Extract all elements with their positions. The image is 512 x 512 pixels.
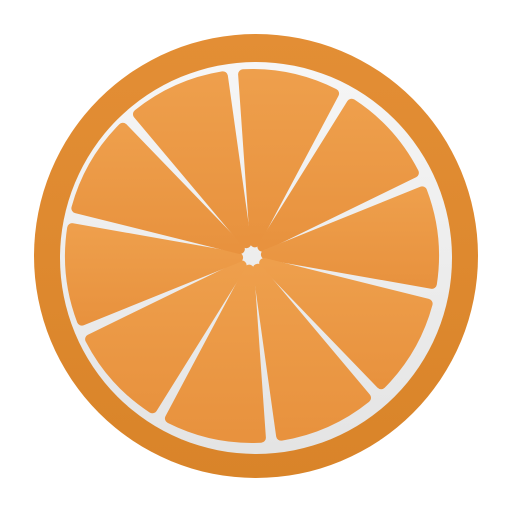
orange-slice-icon [34, 34, 478, 478]
app-icon-canvas [0, 0, 512, 512]
